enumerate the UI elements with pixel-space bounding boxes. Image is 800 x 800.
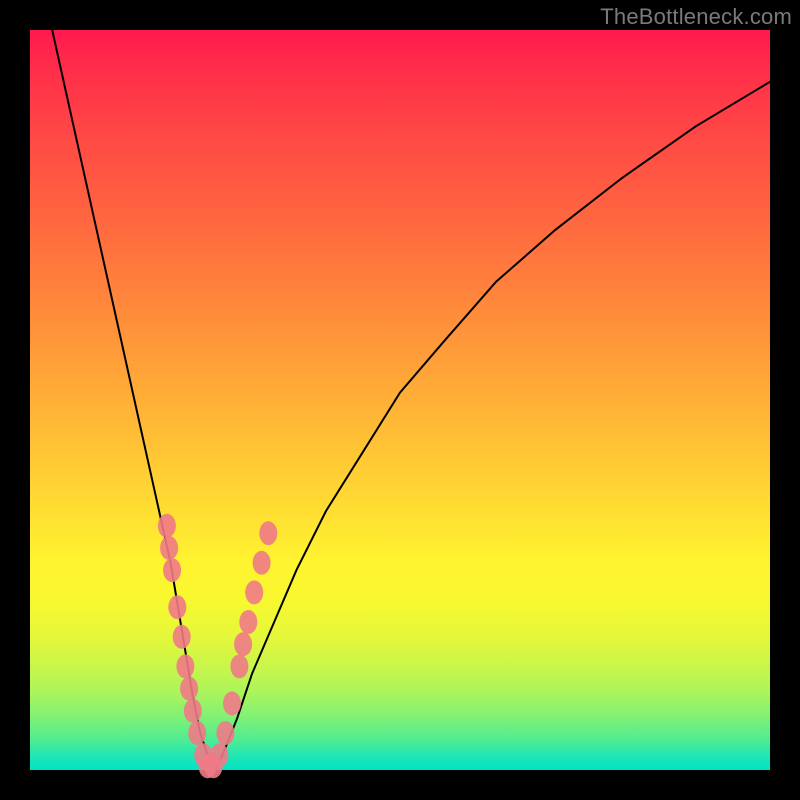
sample-point: [180, 677, 198, 701]
watermark-text: TheBottleneck.com: [600, 4, 792, 30]
sample-point: [239, 610, 257, 634]
sample-point: [223, 691, 241, 715]
sample-points-group: [158, 514, 277, 779]
sample-point: [259, 521, 277, 545]
chart-svg: [30, 30, 770, 770]
sample-point: [158, 514, 176, 538]
sample-point: [234, 632, 252, 656]
bottleneck-curve: [52, 30, 770, 770]
chart-frame: TheBottleneck.com: [0, 0, 800, 800]
sample-point: [210, 743, 228, 767]
sample-point: [216, 721, 234, 745]
sample-point: [245, 580, 263, 604]
sample-point: [253, 551, 271, 575]
sample-point: [230, 654, 248, 678]
sample-point: [188, 721, 206, 745]
sample-point: [163, 558, 181, 582]
sample-point: [184, 699, 202, 723]
sample-point: [176, 654, 194, 678]
plot-area: [30, 30, 770, 770]
sample-point: [160, 536, 178, 560]
sample-point: [168, 595, 186, 619]
sample-point: [173, 625, 191, 649]
